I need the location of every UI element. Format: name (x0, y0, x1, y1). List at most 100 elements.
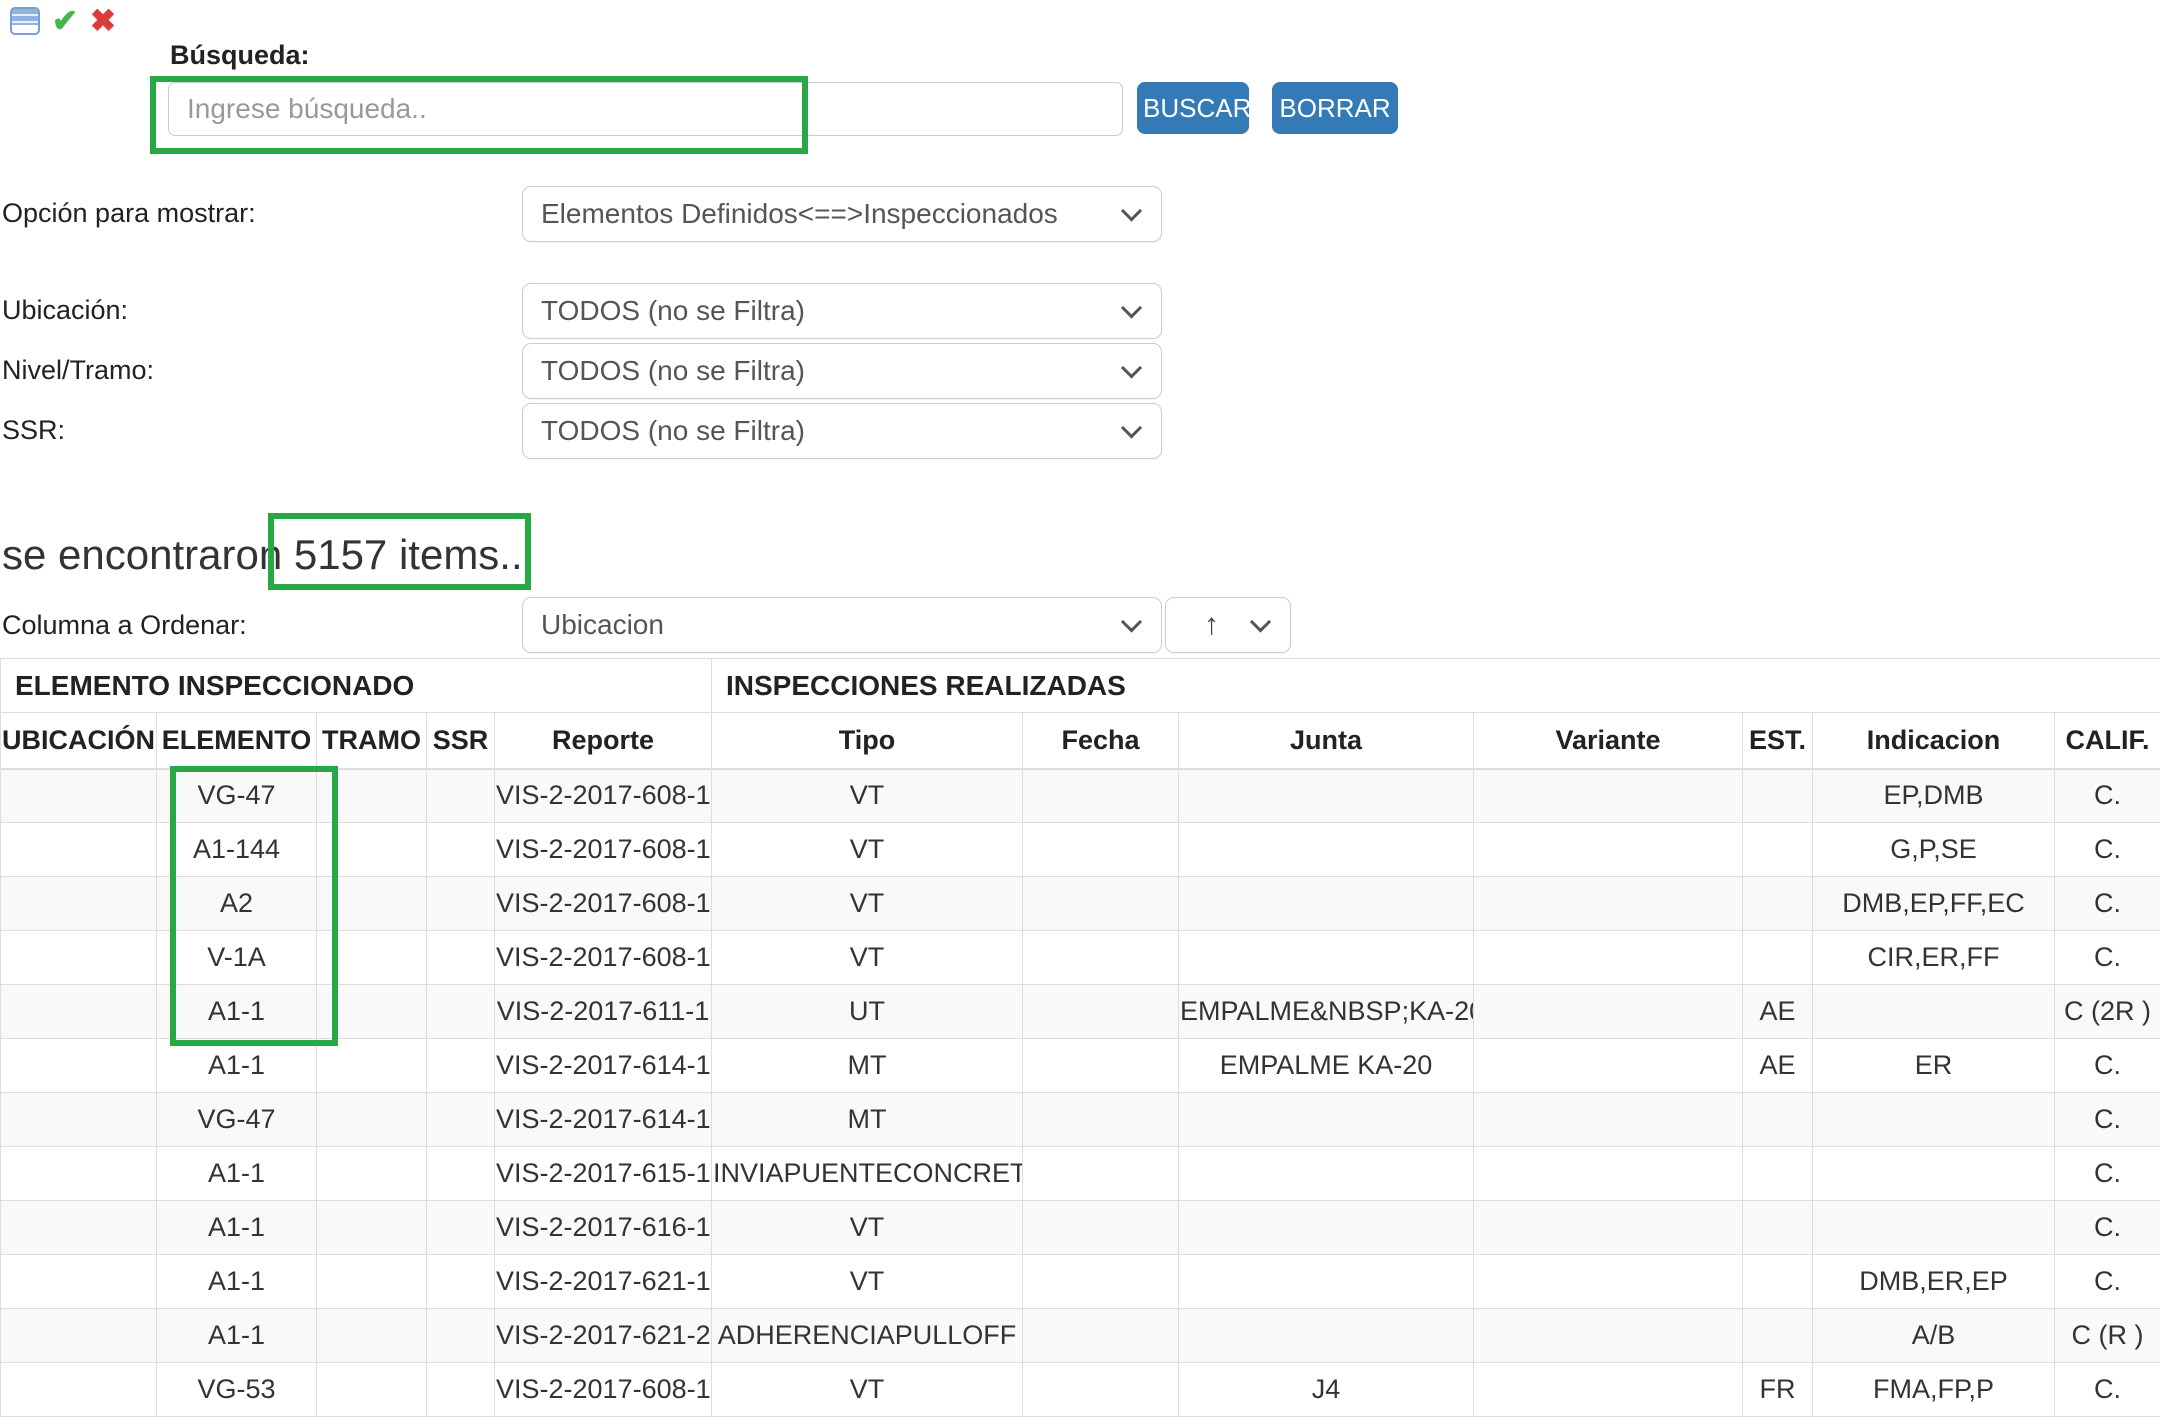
cell-tramo (317, 931, 427, 985)
cell-fecha (1023, 1309, 1179, 1363)
cell-calif: C. (2055, 1255, 2160, 1309)
cell-junta (1179, 877, 1474, 931)
cell-variante (1474, 931, 1743, 985)
cell-variante (1474, 877, 1743, 931)
cell-calif: C. (2055, 1201, 2160, 1255)
table-icon[interactable] (10, 7, 40, 35)
group-header-elemento-inspeccionado: ELEMENTO INSPECCIONADO (1, 659, 712, 713)
cell-ssr (427, 1039, 495, 1093)
buscar-button[interactable]: BUSCAR (1137, 82, 1249, 134)
cell-ssr (427, 1147, 495, 1201)
cell-fecha (1023, 1039, 1179, 1093)
cell-indicacion: DMB,ER,EP (1813, 1255, 2055, 1309)
cell-reporte: VIS-2-2017-621-2 (495, 1309, 712, 1363)
col-header-elemento: ELEMENTO (157, 713, 317, 769)
cell-calif: C. (2055, 823, 2160, 877)
chevron-down-icon (1250, 611, 1271, 632)
cell-tipo: VT (712, 1201, 1023, 1255)
nivel-tramo-label: Nivel/Tramo: (2, 355, 154, 386)
ubicacion-label: Ubicación: (2, 295, 128, 326)
cell-junta (1179, 1201, 1474, 1255)
cross-icon[interactable]: ✖ (90, 6, 116, 36)
table-column-header-row: UBICACIÓN ELEMENTO TRAMO SSR Reporte Tip… (1, 713, 2160, 769)
cell-reporte: VIS-2-2017-614-1 (495, 1039, 712, 1093)
sort-column-select[interactable]: Ubicacion (522, 597, 1162, 653)
cell-fecha (1023, 769, 1179, 823)
cell-reporte: VIS-2-2017-621-1 (495, 1255, 712, 1309)
cell-elemento: A2 (157, 877, 317, 931)
table-body: VG-47 VIS-2-2017-608-1VT EP,DMBC. A1-144… (1, 769, 2160, 1417)
col-header-tipo: Tipo (712, 713, 1023, 769)
cell-ssr (427, 1201, 495, 1255)
search-input[interactable] (168, 82, 1123, 136)
cell-ssr (427, 1363, 495, 1417)
cell-est (1743, 823, 1813, 877)
cell-ssr (427, 1255, 495, 1309)
cell-calif: C (2R ) (2055, 985, 2160, 1039)
table-row: V-1A VIS-2-2017-608-1VT CIR,ER,FFC. (1, 931, 2160, 985)
cell-ubicacion (1, 931, 157, 985)
group-header-inspecciones-realizadas: INSPECCIONES REALIZADAS (712, 659, 2160, 713)
cell-est: AE (1743, 985, 1813, 1039)
ssr-select[interactable]: TODOS (no se Filtra) (522, 403, 1162, 459)
cell-tramo (317, 1255, 427, 1309)
cell-elemento: A1-1 (157, 1039, 317, 1093)
cell-variante (1474, 1363, 1743, 1417)
cell-variante (1474, 1309, 1743, 1363)
cell-reporte: VIS-2-2017-614-1 (495, 1093, 712, 1147)
chevron-down-icon (1121, 357, 1142, 378)
cell-elemento: V-1A (157, 931, 317, 985)
table-row: A1-144 VIS-2-2017-608-1VT G,P,SEC. (1, 823, 2160, 877)
cell-indicacion (1813, 1201, 2055, 1255)
cell-junta (1179, 1255, 1474, 1309)
borrar-button[interactable]: BORRAR (1272, 82, 1398, 134)
cell-elemento: VG-47 (157, 769, 317, 823)
table-row: A1-1 VIS-2-2017-615-1INVIAPUENTECONCRETO… (1, 1147, 2160, 1201)
cell-tipo: VT (712, 877, 1023, 931)
cell-tramo (317, 1147, 427, 1201)
option-to-show-select[interactable]: Elementos Definidos<==>Inspeccionados (522, 186, 1162, 242)
cell-indicacion: CIR,ER,FF (1813, 931, 2055, 985)
ssr-label: SSR: (2, 415, 65, 446)
table-row: VG-47 VIS-2-2017-614-1MT C. (1, 1093, 2160, 1147)
cell-indicacion: FMA,FP,P (1813, 1363, 2055, 1417)
cell-est (1743, 1093, 1813, 1147)
cell-fecha (1023, 1363, 1179, 1417)
cell-ssr (427, 1309, 495, 1363)
cell-tipo: ADHERENCIAPULLOFF (712, 1309, 1023, 1363)
cell-est: AE (1743, 1039, 1813, 1093)
cell-reporte: VIS-2-2017-608-1 (495, 877, 712, 931)
table-row: A2 VIS-2-2017-608-1VT DMB,EP,FF,ECC. (1, 877, 2160, 931)
cell-variante (1474, 769, 1743, 823)
chevron-down-icon (1121, 611, 1142, 632)
cell-ubicacion (1, 1039, 157, 1093)
table-row: A1-1 VIS-2-2017-614-1MT EMPALME KA-20 AE… (1, 1039, 2160, 1093)
search-label: Búsqueda: (170, 40, 310, 71)
cell-elemento: A1-1 (157, 1309, 317, 1363)
cell-ssr (427, 985, 495, 1039)
cell-ssr (427, 769, 495, 823)
cell-indicacion: A/B (1813, 1309, 2055, 1363)
table-group-header-row: ELEMENTO INSPECCIONADO INSPECCIONES REAL… (1, 659, 2160, 713)
cell-calif: C. (2055, 877, 2160, 931)
ubicacion-select[interactable]: TODOS (no se Filtra) (522, 283, 1162, 339)
cell-ubicacion (1, 1147, 157, 1201)
cell-est (1743, 931, 1813, 985)
check-icon[interactable]: ✔ (52, 6, 78, 36)
results-table: ELEMENTO INSPECCIONADO INSPECCIONES REAL… (0, 658, 2160, 1417)
cell-variante (1474, 1093, 1743, 1147)
cell-elemento: VG-53 (157, 1363, 317, 1417)
table-row: A1-1 VIS-2-2017-621-1VT DMB,ER,EPC. (1, 1255, 2160, 1309)
sort-column-value: Ubicacion (541, 609, 664, 641)
cell-est: FR (1743, 1363, 1813, 1417)
nivel-tramo-select[interactable]: TODOS (no se Filtra) (522, 343, 1162, 399)
cell-reporte: VIS-2-2017-608-1 (495, 931, 712, 985)
cell-est (1743, 877, 1813, 931)
cell-elemento: A1-1 (157, 985, 317, 1039)
cell-indicacion (1813, 985, 2055, 1039)
cell-ubicacion (1, 1255, 157, 1309)
cell-tramo (317, 769, 427, 823)
sort-direction-select[interactable]: ↑ (1165, 597, 1291, 653)
ssr-value: TODOS (no se Filtra) (541, 415, 805, 447)
cell-tramo (317, 1309, 427, 1363)
